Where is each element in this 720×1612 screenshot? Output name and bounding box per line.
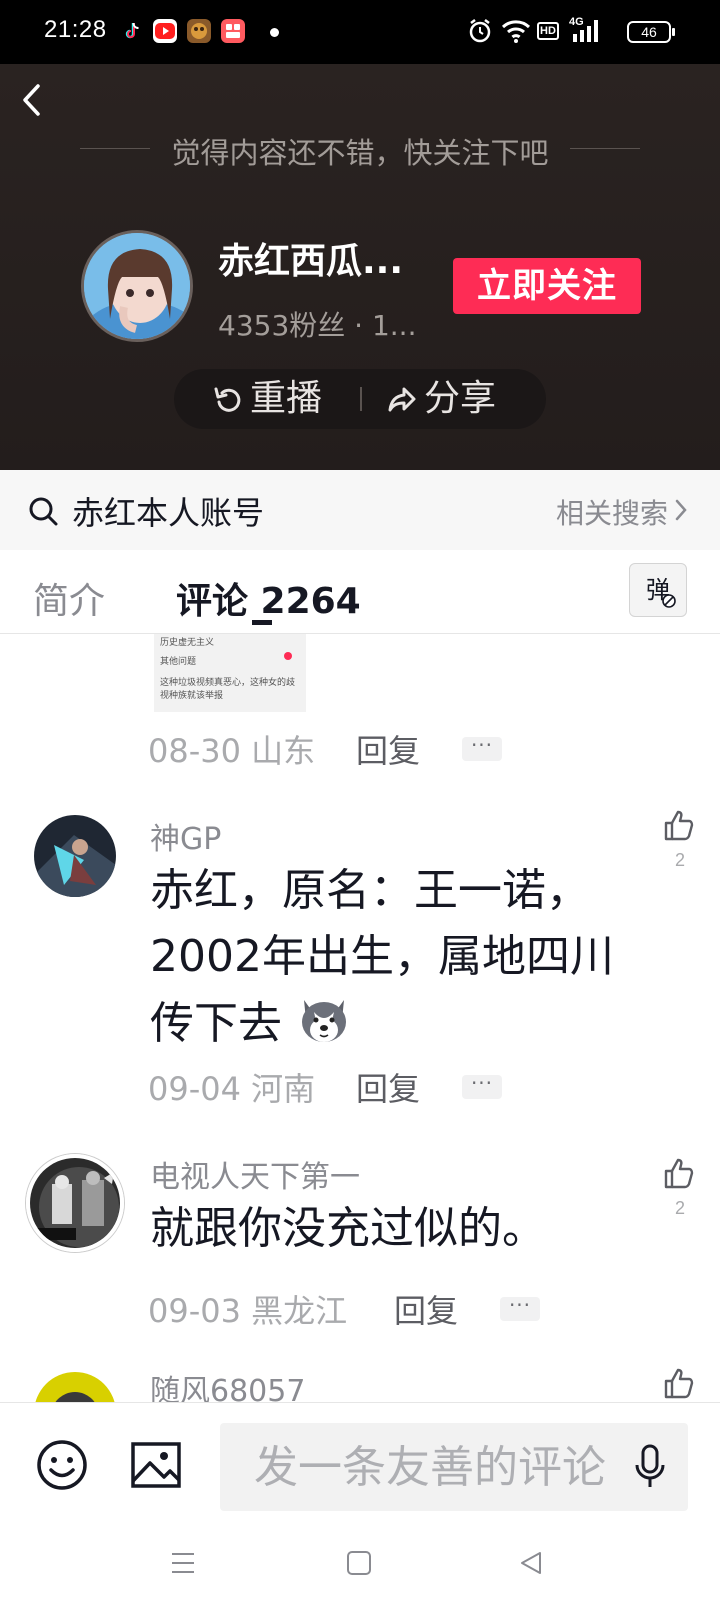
follow-button[interactable]: 立即关注 xyxy=(453,258,641,314)
tab-active-indicator xyxy=(252,620,272,625)
back-triangle-icon[interactable] xyxy=(518,1550,544,1576)
follow-hint: 觉得内容还不错，快关注下吧 xyxy=(171,136,549,170)
location-text: 山东 xyxy=(251,732,316,770)
comment-line: 传下去 xyxy=(150,990,614,1057)
game-icon xyxy=(187,19,211,43)
detail-tabs: 简介 评论 2264 xyxy=(0,550,720,634)
reply-button[interactable]: 回复 xyxy=(356,1064,420,1110)
alarm-icon xyxy=(469,19,491,43)
signal-icon xyxy=(573,20,598,42)
comment-date: 08-30 山东 xyxy=(148,726,315,772)
like-button[interactable]: 2 xyxy=(660,1156,700,1219)
thumb-line: 历史虚无主义 xyxy=(160,637,215,647)
dog-emoji-icon xyxy=(302,1000,346,1042)
more-options-button[interactable]: ··· xyxy=(462,735,502,761)
chevron-right-icon xyxy=(675,499,687,521)
date-text: 09-03 xyxy=(148,1292,241,1330)
replay-icon xyxy=(214,387,241,412)
more-options-button[interactable]: ··· xyxy=(500,1295,540,1321)
status-bar: 21:28 HD 4G 46 xyxy=(0,0,720,64)
battery-icon: 46 xyxy=(627,21,675,43)
danmu-toggle-button[interactable]: 弹 xyxy=(629,563,687,617)
like-button[interactable]: 2 xyxy=(660,808,700,871)
comment-line: 就跟你没充过似的。 xyxy=(150,1203,546,1254)
thumbs-up-icon xyxy=(664,810,694,841)
location-text: 河南 xyxy=(251,1070,316,1108)
replay-label: 重播 xyxy=(250,378,323,419)
comment-input[interactable] xyxy=(254,1437,634,1497)
emoji-icon[interactable] xyxy=(36,1439,88,1491)
like-count: 2 xyxy=(674,1198,685,1218)
author-stats: 4353粉丝 · 1... xyxy=(218,309,417,342)
like-button[interactable] xyxy=(660,1366,700,1404)
reply-button[interactable]: 回复 xyxy=(394,1286,458,1332)
more-options-button[interactable]: ··· xyxy=(462,1073,502,1099)
related-search-link[interactable]: 相关搜索 xyxy=(556,492,668,532)
share-icon xyxy=(388,387,416,412)
tab-comments[interactable]: 评论 2264 xyxy=(176,572,361,624)
related-search-bar[interactable]: 赤红本人账号 相关搜索 xyxy=(0,470,720,550)
thumb-line: 这种垃圾视频真恶心，这种女的歧 xyxy=(160,677,296,687)
date-text: 09-04 xyxy=(148,1070,241,1108)
end-card-actions: 重播 分享 xyxy=(174,369,546,429)
location-text: 黑龙江 xyxy=(251,1292,348,1330)
comment-text: 赤红，原名：王一诺， 2002年出生，属地四川 传下去 xyxy=(150,858,614,1057)
comment-author[interactable]: 电视人天下第一 xyxy=(150,1152,360,1196)
replay-button[interactable]: 重播 xyxy=(212,369,322,429)
search-query[interactable]: 赤红本人账号 xyxy=(72,488,264,534)
author-name[interactable]: 赤红西瓜... xyxy=(218,232,403,284)
comment-author[interactable]: 神GP xyxy=(150,814,221,858)
app-icon xyxy=(221,19,245,43)
comment-line-text: 传下去 xyxy=(150,998,282,1049)
comment-date: 09-04 河南 xyxy=(148,1064,315,1110)
comment-date: 09-03 黑龙江 xyxy=(148,1286,347,1332)
youtube-icon xyxy=(153,19,177,43)
thumb-line: 其他问题 xyxy=(160,656,197,666)
system-nav-bar xyxy=(0,1526,720,1612)
hd-icon: HD xyxy=(537,22,559,40)
date-text: 08-30 xyxy=(148,732,241,770)
thumbs-up-icon xyxy=(664,1368,694,1399)
divider-right xyxy=(570,148,640,149)
home-square-icon[interactable] xyxy=(346,1550,372,1576)
reply-button[interactable]: 回复 xyxy=(356,726,420,772)
status-time: 21:28 xyxy=(44,16,107,43)
comment-image[interactable]: 历史虚无主义 其他问题 这种垃圾视频真恶心，这种女的歧 视种族就该举报 xyxy=(154,634,306,712)
share-button[interactable]: 分享 xyxy=(386,369,496,429)
back-arrow-icon[interactable] xyxy=(18,80,48,120)
menu-icon[interactable] xyxy=(170,1550,196,1576)
danmu-off-icon xyxy=(662,594,676,608)
comment-text: 就跟你没充过似的。 xyxy=(150,1196,546,1262)
comment-line: 2002年出生，属地四川 xyxy=(150,931,614,982)
thumbs-up-icon xyxy=(664,1158,694,1189)
wifi-icon xyxy=(501,20,531,43)
comment-line: 赤红，原名：王一诺， xyxy=(150,865,590,916)
dot-icon xyxy=(270,28,279,37)
tiktok-icon xyxy=(120,19,144,43)
microphone-icon[interactable] xyxy=(634,1443,666,1491)
thumb-line: 视种族就该举报 xyxy=(160,690,224,700)
search-icon xyxy=(29,497,58,526)
comment-composer xyxy=(0,1402,720,1526)
comment-input-box[interactable] xyxy=(220,1423,688,1511)
avatar[interactable] xyxy=(34,1372,116,1402)
avatar[interactable] xyxy=(26,1154,124,1252)
image-icon[interactable] xyxy=(130,1439,182,1491)
thumb-check-icon xyxy=(284,652,292,660)
tab-intro[interactable]: 简介 xyxy=(33,572,105,624)
like-count: 2 xyxy=(674,850,685,870)
avatar[interactable] xyxy=(34,815,116,897)
actions-divider xyxy=(360,387,362,411)
share-label: 分享 xyxy=(424,378,497,419)
author-avatar[interactable] xyxy=(81,230,193,342)
